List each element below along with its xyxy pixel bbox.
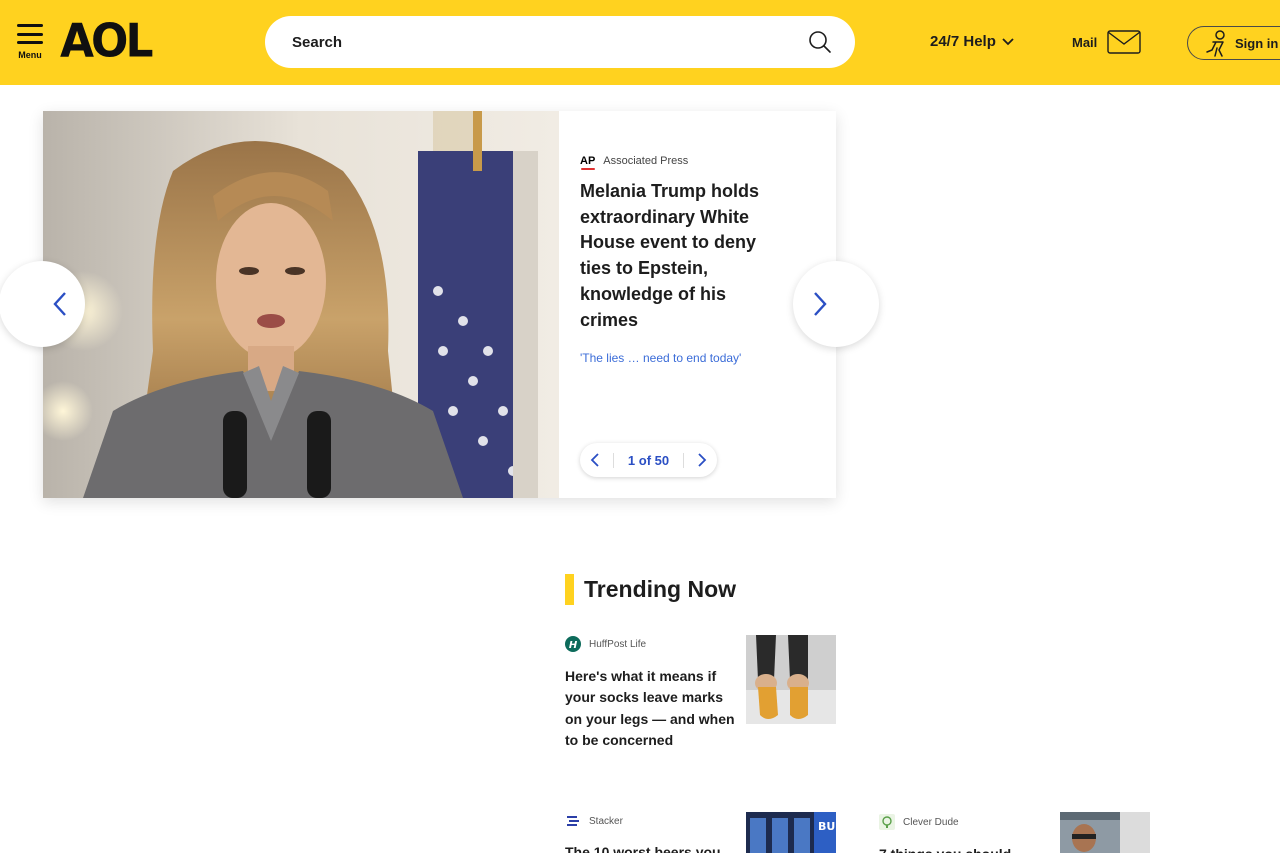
story-title: 7 things you should xyxy=(879,844,1049,853)
mail-label: Mail xyxy=(1072,34,1098,50)
aol-homepage: Menu AOL 24/7 Help Mail Sign in xyxy=(0,0,1280,853)
carousel-prev-button[interactable] xyxy=(0,261,85,347)
svg-text:H: H xyxy=(569,640,578,651)
stacker-logo-icon xyxy=(567,816,579,826)
aol-logo[interactable]: AOL xyxy=(60,15,153,70)
pager-next-icon[interactable] xyxy=(697,453,707,467)
hero-source: AP Associated Press xyxy=(580,155,689,170)
person-icon xyxy=(1206,30,1225,57)
svg-text:BU: BU xyxy=(818,820,835,833)
clever-dude-logo-icon xyxy=(879,814,895,830)
search-box xyxy=(265,16,855,68)
envelope-icon xyxy=(1107,30,1141,54)
menu-button[interactable]: Menu xyxy=(14,24,46,64)
carousel-next-button[interactable] xyxy=(793,261,879,347)
mail-link[interactable]: Mail xyxy=(1072,30,1141,54)
story-thumbnail[interactable] xyxy=(746,635,836,724)
search-input[interactable] xyxy=(292,30,792,54)
menu-label: Menu xyxy=(18,50,42,60)
trending-story[interactable]: Stacker The 10 worst beers you xyxy=(565,814,735,853)
trending-title: Trending Now xyxy=(584,576,737,602)
huffpost-logo-icon: H xyxy=(565,636,581,652)
pager-count: 1 of 50 xyxy=(612,452,685,468)
chevron-left-icon xyxy=(53,292,66,316)
pager-prev-icon[interactable] xyxy=(590,453,600,467)
hero-carousel: AP Associated Press Melania Trump holds … xyxy=(43,111,836,498)
help-label: 24/7 Help xyxy=(930,33,996,50)
story-source: Clever Dude xyxy=(879,814,1049,830)
story-title: The 10 worst beers you xyxy=(565,844,721,853)
hero-image[interactable] xyxy=(43,111,559,498)
search-icon[interactable] xyxy=(808,30,832,54)
story-source-name: Stacker xyxy=(589,815,623,827)
help-dropdown[interactable]: 24/7 Help xyxy=(930,33,1014,50)
story-source-name: HuffPost Life xyxy=(589,638,647,650)
sign-in-label: Sign in xyxy=(1235,35,1279,51)
carousel-pager: 1 of 50 xyxy=(580,443,717,477)
chevron-right-icon xyxy=(814,292,827,316)
story-title: Here's what it means if your socks leave… xyxy=(565,668,735,748)
top-header: Menu AOL 24/7 Help Mail Sign in xyxy=(0,0,1280,85)
story-thumbnail[interactable] xyxy=(1060,812,1150,853)
hamburger-icon xyxy=(17,24,43,44)
chevron-down-icon xyxy=(1002,37,1014,45)
ap-logo-icon: AP xyxy=(580,155,596,170)
hero-source-name: Associated Press xyxy=(603,155,689,167)
trending-header: Trending Now xyxy=(565,574,736,605)
story-source-name: Clever Dude xyxy=(903,816,959,828)
hero-headline[interactable]: Melania Trump holds extraordinary White … xyxy=(580,179,780,333)
trending-story[interactable]: H HuffPost Life Here's what it means if … xyxy=(565,636,735,751)
story-source: Stacker xyxy=(565,814,735,828)
story-source: H HuffPost Life xyxy=(565,636,735,652)
trending-story[interactable]: Clever Dude 7 things you should xyxy=(879,814,1049,853)
sign-in-button[interactable]: Sign in xyxy=(1187,26,1280,60)
story-thumbnail[interactable]: BU xyxy=(746,812,836,853)
hero-summary[interactable]: 'The lies … need to end today' xyxy=(580,351,741,365)
accent-bar xyxy=(565,574,574,605)
